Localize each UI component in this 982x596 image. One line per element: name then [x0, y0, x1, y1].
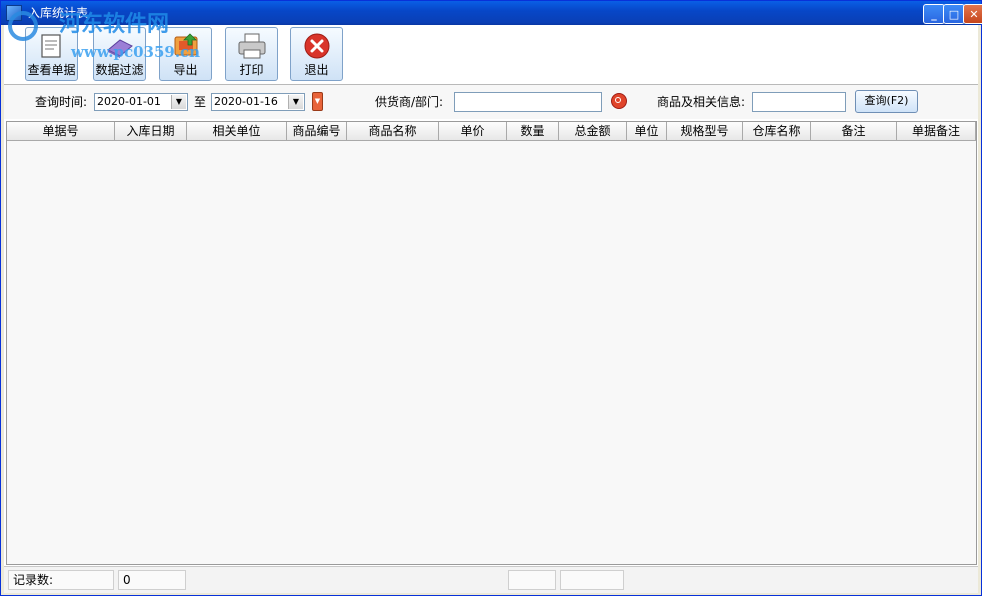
record-count-value: 0: [118, 570, 186, 590]
column-header[interactable]: 备注: [811, 122, 897, 140]
chevron-down-icon[interactable]: ▼: [171, 95, 186, 109]
grid-header: 单据号 入库日期 相关单位 商品编号 商品名称 单价 数量 总金额 单位 规格型…: [7, 122, 976, 141]
client-area: 查看单据 数据过滤 导出 打印 退出 查询时间: 2020-01-01 ▼ 至 …: [4, 25, 978, 593]
app-window: 入库统计表 _ □ ✕ 查看单据 数据过滤 导出 打印 退出 查询时间: 202…: [0, 0, 982, 596]
watermark-url: www.pc0359.cn: [71, 43, 201, 61]
query-button[interactable]: 查询(F2): [855, 90, 918, 113]
watermark-site-name: 河东软件网: [59, 11, 170, 37]
export-label: 导出: [173, 63, 198, 77]
minimize-button[interactable]: _: [923, 4, 945, 24]
column-header[interactable]: 入库日期: [115, 122, 187, 140]
chevron-down-icon[interactable]: ▼: [288, 95, 303, 109]
column-header[interactable]: 总金额: [559, 122, 627, 140]
column-header[interactable]: 单据号: [7, 122, 115, 140]
date-range-dropdown-icon[interactable]: ▼: [312, 92, 323, 111]
status-bar: 记录数: 0: [4, 566, 978, 593]
date-to-value: 2020-01-16: [214, 95, 278, 108]
goods-input[interactable]: [752, 92, 846, 112]
data-grid[interactable]: 单据号 入库日期 相关单位 商品编号 商品名称 单价 数量 总金额 单位 规格型…: [6, 121, 977, 565]
query-time-label: 查询时间:: [35, 95, 88, 109]
watermark-logo: [8, 11, 38, 41]
column-header[interactable]: 相关单位: [187, 122, 287, 140]
exit-label: 退出: [304, 63, 329, 77]
data-filter-label: 数据过滤: [95, 63, 144, 77]
close-button[interactable]: ✕: [963, 4, 982, 24]
print-label: 打印: [239, 63, 264, 77]
filter-bar: 查询时间: 2020-01-01 ▼ 至 2020-01-16 ▼ ▼ 供货商/…: [4, 85, 978, 119]
date-from-value: 2020-01-01: [97, 95, 161, 108]
status-panel-empty: [508, 570, 556, 590]
date-from-picker[interactable]: 2020-01-01 ▼: [94, 93, 188, 111]
goods-label: 商品及相关信息:: [657, 95, 746, 109]
column-header[interactable]: 单据备注: [897, 122, 976, 140]
column-header[interactable]: 仓库名称: [743, 122, 811, 140]
column-header[interactable]: 商品编号: [287, 122, 347, 140]
column-header[interactable]: 单价: [439, 122, 507, 140]
print-button[interactable]: 打印: [225, 27, 278, 81]
column-header[interactable]: 单位: [627, 122, 667, 140]
to-label: 至: [194, 95, 207, 109]
view-document-label: 查看单据: [27, 63, 76, 77]
supplier-label: 供货商/部门:: [375, 95, 444, 109]
printer-icon: [238, 33, 265, 59]
status-panel-empty: [560, 570, 624, 590]
exit-button[interactable]: 退出: [290, 27, 343, 81]
date-to-picker[interactable]: 2020-01-16 ▼: [211, 93, 305, 111]
maximize-button[interactable]: □: [943, 4, 965, 24]
column-header[interactable]: 规格型号: [667, 122, 743, 140]
supplier-search-icon[interactable]: [611, 93, 627, 109]
supplier-input[interactable]: [454, 92, 602, 112]
column-header[interactable]: 数量: [507, 122, 559, 140]
column-header[interactable]: 商品名称: [347, 122, 439, 140]
exit-icon: [304, 33, 329, 59]
record-count-label: 记录数:: [8, 570, 114, 590]
